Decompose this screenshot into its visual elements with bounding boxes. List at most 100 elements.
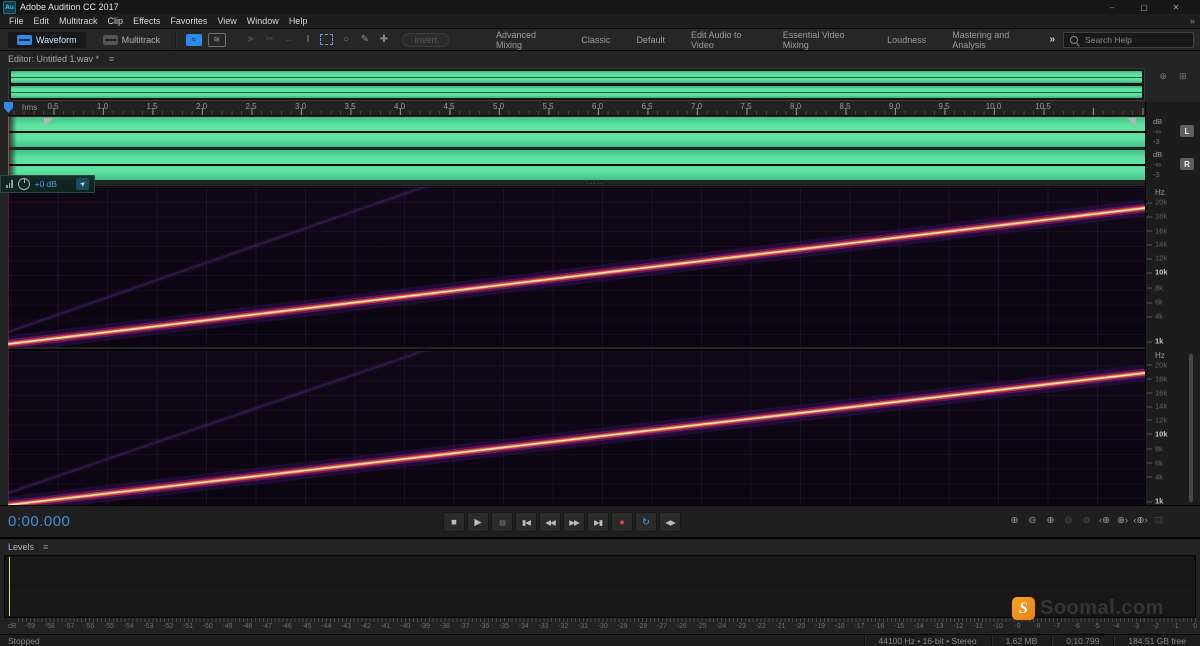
fast-forward-button[interactable]: ▶▶ xyxy=(563,512,585,532)
loop-playback-button[interactable]: ↻ xyxy=(635,512,657,532)
time-selection-tool[interactable]: I xyxy=(299,32,316,48)
close-button[interactable]: ✕ xyxy=(1160,3,1192,12)
search-icon xyxy=(1070,36,1078,44)
playhead-line xyxy=(8,116,9,181)
multitrack-view-button[interactable]: Multitrack xyxy=(94,32,170,48)
levels-scale-label: -3 xyxy=(1133,623,1139,630)
channel-left-button[interactable]: L xyxy=(1180,125,1194,137)
zoom-reset-button[interactable]: ⊕ xyxy=(1079,513,1094,528)
spectral-display-icon[interactable]: ≋ xyxy=(208,33,226,47)
vertical-scrollbar[interactable] xyxy=(1189,354,1193,502)
gain-hud[interactable]: +0 dB ➤ xyxy=(0,175,95,193)
skip-to-end-button[interactable]: ▶▮ xyxy=(587,512,609,532)
fade-out-handle[interactable] xyxy=(1127,118,1136,127)
workspace-advanced-mixing[interactable]: Advanced Mixing xyxy=(483,30,568,50)
workspace-loudness[interactable]: Loudness xyxy=(874,35,939,45)
record-button[interactable]: ● xyxy=(611,512,633,532)
levels-scale: dB -59-58-57-56-55-54-53-52-51-50-49-48-… xyxy=(4,618,1196,634)
soomal-logo-icon: S xyxy=(1012,597,1035,620)
search-input[interactable] xyxy=(1083,34,1187,46)
volume-icon xyxy=(6,180,13,188)
menu-overflow-icon[interactable]: » xyxy=(1190,16,1195,26)
fade-in-handle[interactable] xyxy=(44,118,53,127)
workspace-default[interactable]: Default xyxy=(623,35,678,45)
spot-healing-brush-tool[interactable]: ✚ xyxy=(375,32,392,48)
invert-button[interactable]: Invert xyxy=(402,33,449,47)
zoom-full-button[interactable]: ⊡ xyxy=(1151,513,1166,528)
panel-menu-icon[interactable]: ≡ xyxy=(109,54,114,64)
waveform-channel-left[interactable] xyxy=(8,117,1145,147)
channel-right-button[interactable]: R xyxy=(1180,158,1194,170)
vertical-zoom-icon[interactable]: ⊕ xyxy=(1159,71,1167,82)
spectral-display-right[interactable] xyxy=(8,349,1145,508)
paintbrush-selection-tool[interactable]: ✎ xyxy=(356,32,373,48)
ruler-tick-label: 0.5 xyxy=(47,102,58,111)
waveform-view-button[interactable]: Waveform xyxy=(8,32,86,48)
ruler-tick-label: 9.0 xyxy=(889,102,900,111)
pin-hud-icon[interactable]: ➤ xyxy=(76,178,89,190)
menu-favorites[interactable]: Favorites xyxy=(165,16,212,26)
marquee-selection-tool[interactable] xyxy=(318,32,335,48)
db-value-label: -∞ xyxy=(1153,127,1161,136)
frequency-label: 20k xyxy=(1155,360,1167,369)
ruler-tick-label: 9.5 xyxy=(938,102,949,111)
pause-button[interactable]: ▮▮ xyxy=(491,512,513,532)
menu-help[interactable]: Help xyxy=(284,16,313,26)
menu-view[interactable]: View xyxy=(212,16,241,26)
workspace-edit-audio-to-video[interactable]: Edit Audio to Video xyxy=(678,30,770,50)
zoom-to-selection-button[interactable]: ‹⊕› xyxy=(1133,513,1148,528)
menu-clip[interactable]: Clip xyxy=(103,16,129,26)
play-button[interactable]: ▶ xyxy=(467,512,489,532)
levels-scale-label: -39 xyxy=(420,623,430,630)
menu-multitrack[interactable]: Multitrack xyxy=(54,16,103,26)
levels-scale-label: -38 xyxy=(440,623,450,630)
levels-scale-label: -43 xyxy=(341,623,351,630)
search-box[interactable] xyxy=(1063,32,1194,48)
timeline-ruler[interactable]: hms 0.51.01.52.02.53.03.54.04.55.05.56.0… xyxy=(8,102,1145,116)
spectral-display-left[interactable] xyxy=(8,186,1145,347)
workspace-overflow-icon[interactable]: » xyxy=(1049,34,1055,45)
grid-settings-icon[interactable]: ⊞ xyxy=(1179,71,1187,82)
menu-effects[interactable]: Effects xyxy=(128,16,165,26)
workspace-mastering-and-analysis[interactable]: Mastering and Analysis xyxy=(939,30,1045,50)
menu-window[interactable]: Window xyxy=(242,16,284,26)
workspace-classic[interactable]: Classic xyxy=(568,35,623,45)
menu-edit[interactable]: Edit xyxy=(29,16,55,26)
zoom-out-amplitude-button[interactable]: ⊖ xyxy=(1025,513,1040,528)
levels-scale-label: -21 xyxy=(775,623,785,630)
rewind-button[interactable]: ◀◀ xyxy=(539,512,561,532)
menu-file[interactable]: File xyxy=(4,16,29,26)
stop-button[interactable]: ■ xyxy=(443,512,465,532)
move-tool[interactable]: ➤ xyxy=(242,32,259,48)
gain-value[interactable]: +0 dB xyxy=(35,179,57,189)
panel-menu-icon[interactable]: ≡ xyxy=(43,542,48,552)
zoom-out-time-button[interactable]: ⊖ xyxy=(1061,513,1076,528)
amplitude-scale-right: dB -∞ -3 R xyxy=(1146,150,1200,180)
levels-scale-label: -41 xyxy=(380,623,390,630)
overview-strip[interactable] xyxy=(8,68,1145,101)
skip-to-start-button[interactable]: ▮◀ xyxy=(515,512,537,532)
lasso-selection-tool[interactable]: ○ xyxy=(337,32,354,48)
zoom-in-amplitude-button[interactable]: ⊕ xyxy=(1007,513,1022,528)
slip-tool[interactable]: ↔ xyxy=(280,32,297,48)
zoom-in-time-button[interactable]: ⊕ xyxy=(1043,513,1058,528)
overview-waveform-left xyxy=(11,71,1142,83)
waveform-channel-right[interactable] xyxy=(8,150,1145,180)
panel-splitter-handle[interactable]: ····· xyxy=(586,179,604,188)
maximize-button[interactable]: ▢ xyxy=(1128,3,1160,12)
watermark-text: Soomal.com xyxy=(1040,597,1164,620)
workspace-essential-video-mixing[interactable]: Essential Video Mixing xyxy=(770,30,874,50)
razor-tool[interactable]: ✂ xyxy=(261,32,278,48)
skip-selection-button[interactable]: ◀▶ xyxy=(659,512,681,532)
zoom-in-left-edge-button[interactable]: ‹⊕ xyxy=(1097,513,1112,528)
time-display[interactable]: 0:00.000 xyxy=(8,513,70,530)
ruler-tick-label: 8.5 xyxy=(839,102,850,111)
zoom-in-right-edge-button[interactable]: ⊕› xyxy=(1115,513,1130,528)
gain-knob-icon[interactable] xyxy=(18,178,30,190)
minimize-button[interactable]: – xyxy=(1096,3,1128,12)
ruler-unit-label: hms xyxy=(22,103,37,112)
transport-bar: 0:00.000 ■▶▮▮▮◀◀◀▶▶▶▮●↻◀▶ ⊕⊖⊕⊖⊕‹⊕⊕›‹⊕›⊡ xyxy=(0,505,1200,537)
ruler-tick-label: 8.0 xyxy=(790,102,801,111)
waveform-display-icon[interactable]: ≈ xyxy=(186,34,202,46)
levels-scale-label: -13 xyxy=(933,623,943,630)
